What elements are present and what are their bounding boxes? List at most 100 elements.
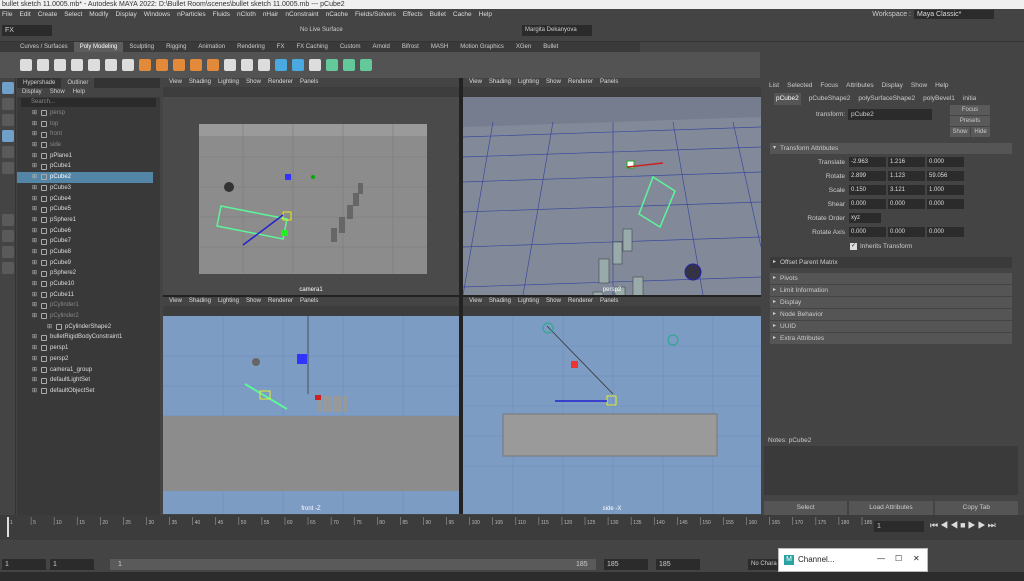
move-tool-icon[interactable] bbox=[2, 130, 14, 142]
expand-icon[interactable]: ⊞ bbox=[32, 108, 38, 119]
notes-area[interactable]: Notes: pCube2 bbox=[764, 435, 1018, 495]
expand-icon[interactable]: ⊞ bbox=[32, 365, 38, 376]
vp-menu-lighting[interactable]: Lighting bbox=[518, 78, 539, 87]
ae-menu-selected[interactable]: Selected bbox=[787, 78, 812, 93]
bevel-icon[interactable] bbox=[258, 59, 270, 71]
ae-menu-display[interactable]: Display bbox=[882, 78, 903, 93]
expand-icon[interactable]: ⊞ bbox=[32, 279, 38, 290]
vp-menu-panels[interactable]: Panels bbox=[300, 78, 318, 87]
vp-menu-show[interactable]: Show bbox=[246, 297, 261, 306]
expand-icon[interactable]: ⊞ bbox=[32, 375, 38, 386]
tab-hypershade[interactable]: Hypershade bbox=[17, 78, 61, 88]
ae-menu-list[interactable]: List bbox=[769, 78, 779, 93]
shelf-tab-curves[interactable]: Curves / Surfaces bbox=[14, 42, 74, 52]
expand-icon[interactable]: ⊞ bbox=[32, 247, 38, 258]
copy-tab-button[interactable]: Copy Tab bbox=[934, 501, 1018, 515]
menu-file[interactable]: File bbox=[2, 11, 12, 18]
outliner-item[interactable]: ⊞ persp bbox=[17, 108, 160, 119]
rotate-x-field[interactable]: 2.899 bbox=[849, 171, 886, 181]
smooth-icon[interactable] bbox=[190, 59, 202, 71]
vp-menu-panels[interactable]: Panels bbox=[300, 297, 318, 306]
scale-x-field[interactable]: 0.150 bbox=[849, 185, 886, 195]
section-limit-information[interactable]: Limit Information bbox=[770, 285, 1012, 296]
vp-menu-renderer[interactable]: Renderer bbox=[568, 78, 593, 87]
shelf-tab-custom[interactable]: Custom bbox=[334, 42, 367, 52]
menu-nconstraint[interactable]: nConstraint bbox=[285, 11, 318, 18]
uv-editor-icon[interactable] bbox=[326, 59, 338, 71]
section-display[interactable]: Display bbox=[770, 297, 1012, 308]
live-surface-field[interactable]: No Live Surface bbox=[300, 25, 360, 36]
minimize-icon[interactable]: — bbox=[877, 554, 885, 563]
hide-button[interactable]: Hide bbox=[971, 127, 990, 137]
select-button[interactable]: Select bbox=[764, 501, 848, 515]
close-icon[interactable]: ✕ bbox=[913, 554, 920, 563]
playback-controls[interactable]: ⏮◀◀■▶▶⏭ bbox=[930, 520, 998, 531]
outliner-item[interactable]: ⊞ pCylinderShape2 bbox=[17, 322, 160, 333]
vp-menu-show[interactable]: Show bbox=[546, 78, 561, 87]
vp-menu-panels[interactable]: Panels bbox=[600, 297, 618, 306]
shear-xz-field[interactable]: 0.000 bbox=[888, 199, 925, 209]
target-weld-icon[interactable] bbox=[309, 59, 321, 71]
outliner-item[interactable]: ⊞ pCylinder1 bbox=[17, 300, 160, 311]
rotate-axis-z-field[interactable]: 0.000 bbox=[927, 227, 964, 237]
poly-cone-icon[interactable] bbox=[71, 59, 83, 71]
rotate-z-field[interactable]: 59.056 bbox=[927, 171, 964, 181]
expand-icon[interactable]: ⊞ bbox=[32, 343, 38, 354]
section-node-behavior[interactable]: Node Behavior bbox=[770, 309, 1012, 320]
shelf-tab-poly-modeling[interactable]: Poly Modeling bbox=[73, 42, 124, 52]
separate-icon[interactable] bbox=[156, 59, 168, 71]
outliner-item[interactable]: ⊞ top bbox=[17, 119, 160, 130]
poly-plane-icon[interactable] bbox=[105, 59, 117, 71]
section-uuid[interactable]: UUID bbox=[770, 321, 1012, 332]
inherits-checkbox[interactable]: ✓ bbox=[850, 242, 857, 250]
rotate-axis-y-field[interactable]: 0.000 bbox=[888, 227, 925, 237]
expand-icon[interactable]: ⊞ bbox=[32, 119, 38, 130]
vp-menu-view[interactable]: View bbox=[169, 78, 182, 87]
outliner-search-input[interactable]: Search... bbox=[21, 98, 156, 107]
outliner-item[interactable]: ⊞ pCube9 bbox=[17, 258, 160, 269]
paint-select-icon[interactable] bbox=[2, 114, 14, 126]
outliner-item[interactable]: ⊞ side bbox=[17, 140, 160, 151]
menu-edit[interactable]: Edit bbox=[19, 11, 30, 18]
expand-icon[interactable]: ⊞ bbox=[32, 172, 38, 183]
outliner-item[interactable]: ⊞ pSphere2 bbox=[17, 268, 160, 279]
expand-icon[interactable]: ⊞ bbox=[32, 268, 38, 279]
workspace-dropdown[interactable]: Maya Classic* bbox=[914, 10, 994, 19]
scale-y-field[interactable]: 3.121 bbox=[888, 185, 925, 195]
outliner-item[interactable]: ⊞ defaultObjectSet bbox=[17, 386, 160, 397]
ae-tab-polybevel1[interactable]: polyBevel1 bbox=[923, 93, 955, 105]
rotate-tool-icon[interactable] bbox=[2, 146, 14, 158]
vp-menu-shading[interactable]: Shading bbox=[489, 297, 511, 306]
section-transform-attributes[interactable]: Transform Attributes bbox=[770, 143, 1012, 154]
expand-icon[interactable]: ⊞ bbox=[47, 322, 53, 333]
poly-sphere-icon[interactable] bbox=[20, 59, 32, 71]
translate-z-field[interactable]: 0.000 bbox=[927, 157, 964, 167]
outliner-item[interactable]: ⊞ pCube1 bbox=[17, 161, 160, 172]
rotate-order-dropdown[interactable]: xyz bbox=[849, 213, 881, 223]
outliner-item[interactable]: ⊞ front bbox=[17, 129, 160, 140]
expand-icon[interactable]: ⊞ bbox=[32, 226, 38, 237]
shelf-tab-xgen[interactable]: XGen bbox=[510, 42, 537, 52]
rotate-axis-x-field[interactable]: 0.000 bbox=[849, 227, 886, 237]
shelf-tab-rendering[interactable]: Rendering bbox=[231, 42, 271, 52]
load-attributes-button[interactable]: Load Attributes bbox=[849, 501, 933, 515]
expand-icon[interactable]: ⊞ bbox=[32, 332, 38, 343]
character-set-dropdown[interactable]: No Chara bbox=[748, 559, 778, 570]
shelf-tab-rigging[interactable]: Rigging bbox=[160, 42, 192, 52]
expand-icon[interactable]: ⊞ bbox=[32, 311, 38, 322]
focus-button[interactable]: Focus bbox=[950, 105, 990, 115]
outliner-item[interactable]: ⊞ pCube11 bbox=[17, 290, 160, 301]
expand-icon[interactable]: ⊞ bbox=[32, 140, 38, 151]
animation-end-field[interactable]: 185 bbox=[656, 559, 700, 570]
menuset-dropdown[interactable]: FX bbox=[2, 25, 52, 36]
menu-fields-solvers[interactable]: Fields/Solvers bbox=[355, 11, 396, 18]
vp-menu-show[interactable]: Show bbox=[546, 297, 561, 306]
ae-menu-attributes[interactable]: Attributes bbox=[846, 78, 873, 93]
expand-icon[interactable]: ⊞ bbox=[32, 354, 38, 365]
vp-menu-view[interactable]: View bbox=[469, 297, 482, 306]
menu-help[interactable]: Help bbox=[479, 11, 492, 18]
menu-cache[interactable]: Cache bbox=[453, 11, 472, 18]
ae-tab-pcubeshape2[interactable]: pCubeShape2 bbox=[809, 93, 851, 105]
scale-z-field[interactable]: 1.000 bbox=[927, 185, 964, 195]
multicut-icon[interactable] bbox=[275, 59, 287, 71]
